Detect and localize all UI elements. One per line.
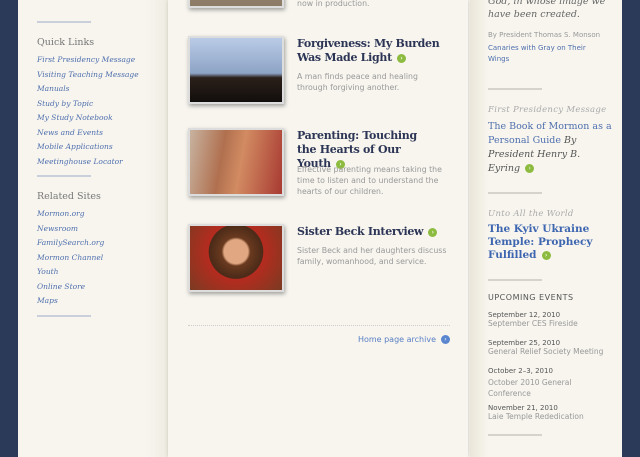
divider (488, 88, 542, 90)
parenting-thumbnail[interactable] (188, 128, 284, 196)
quick-link[interactable]: Mobile Applications (37, 140, 139, 155)
item-title[interactable]: Forgiveness: My Burden Was Made Light › (297, 37, 457, 65)
fp-title-link[interactable]: The Book of Mormon as a Personal Guide (488, 121, 612, 146)
arrow-right-icon[interactable]: › (441, 335, 450, 344)
world-title-link[interactable]: The Kyiv Ukraine Temple: Prophecy Fulfil… (488, 223, 593, 261)
related-link[interactable]: Maps (37, 294, 104, 309)
thumbnail-image[interactable] (188, 0, 284, 8)
forgiveness-thumbnail[interactable] (188, 36, 284, 104)
event-date: October 2–3, 2010 (488, 367, 553, 375)
page: Quick Links First Presidency Message Vis… (18, 0, 622, 457)
event-name[interactable]: October 2010 General Conference (488, 377, 598, 399)
home-page-archive-link[interactable]: Home page archive › (358, 335, 450, 344)
fp-article[interactable]: The Book of Mormon as a Personal Guide B… (488, 120, 613, 176)
category-label: First Presidency Message (488, 105, 607, 115)
related-link[interactable]: Newsroom (37, 222, 104, 237)
event-date: September 25, 2010 (488, 339, 561, 347)
related-link[interactable]: Mormon.org (37, 207, 104, 222)
quote: God, in whose image we have been created… (488, 0, 605, 21)
quick-links-heading: Quick Links (37, 37, 95, 48)
quick-link[interactable]: My Study Notebook (37, 111, 139, 126)
event[interactable]: September 25, 2010 General Relief Society… (488, 339, 603, 356)
item-title-link[interactable]: Forgiveness: My Burden Was Made Light (297, 37, 440, 64)
world-article[interactable]: The Kyiv Ukraine Temple: Prophecy Fulfil… (488, 223, 598, 262)
event-name[interactable]: General Relief Society Meeting (488, 347, 603, 356)
item-title[interactable]: Sister Beck Interview › (297, 225, 457, 239)
item-description: A man finds peace and healing through fo… (297, 72, 418, 92)
left-sidebar: Quick Links First Presidency Message Vis… (18, 0, 168, 457)
divider (37, 175, 91, 177)
event[interactable]: November 21, 2010 Laie Temple Rededicatio… (488, 404, 584, 421)
quote-line: have been created. (488, 9, 580, 20)
divider (488, 279, 542, 281)
event[interactable]: October 2–3, 2010 October 2010 General Co… (488, 366, 598, 399)
event-name[interactable]: September CES Fireside (488, 319, 578, 328)
upcoming-events-heading: UPCOMING EVENTS (488, 293, 574, 302)
event[interactable]: September 12, 2010 September CES Fireside (488, 311, 578, 328)
quick-link[interactable]: Visiting Teaching Message (37, 68, 139, 83)
related-link[interactable]: Mormon Channel (37, 251, 104, 266)
dotted-divider (188, 325, 450, 326)
divider (488, 434, 542, 436)
quick-link[interactable]: Study by Topic (37, 97, 139, 112)
quote-line: God, in whose image we (488, 0, 606, 7)
right-sidebar: God, in whose image we have been created… (470, 0, 622, 457)
archive-label[interactable]: Home page archive (358, 335, 436, 344)
related-link[interactable]: Youth (37, 265, 104, 280)
divider (37, 315, 91, 317)
byline: By President Thomas S. Monson (488, 31, 601, 39)
arrow-right-icon[interactable]: › (396, 53, 406, 63)
item-description: Effective parenting means taking the tim… (297, 165, 442, 196)
item-description: now in production. (297, 0, 370, 8)
arrow-right-icon[interactable]: › (525, 164, 535, 173)
item-description: Sister Beck and her daughters discuss fa… (297, 246, 447, 266)
quick-link[interactable]: First Presidency Message (37, 53, 139, 68)
arrow-right-icon[interactable]: › (541, 250, 551, 260)
quick-links-list: First Presidency Message Visiting Teachi… (37, 53, 139, 169)
category-label: Unto All the World (488, 209, 574, 219)
related-sites-heading: Related Sites (37, 191, 101, 202)
sister-beck-thumbnail[interactable] (188, 224, 284, 292)
item-title-link[interactable]: Sister Beck Interview (297, 225, 424, 238)
arrow-right-icon[interactable]: › (428, 227, 438, 237)
byline-link[interactable]: Canaries with Gray on Their Wings (488, 43, 608, 65)
event-name[interactable]: Laie Temple Rededication (488, 412, 584, 421)
quick-link[interactable]: News and Events (37, 126, 139, 141)
quick-link[interactable]: Meetinghouse Locator (37, 155, 139, 170)
divider (488, 192, 542, 194)
main-content: now in production. Forgiveness: My Burde… (168, 0, 468, 457)
event-date: November 21, 2010 (488, 404, 558, 412)
event-date: September 12, 2010 (488, 311, 561, 319)
related-sites-list: Mormon.org Newsroom FamilySearch.org Mor… (37, 207, 104, 309)
quick-link[interactable]: Manuals (37, 82, 139, 97)
related-link[interactable]: Online Store (37, 280, 104, 295)
related-link[interactable]: FamilySearch.org (37, 236, 104, 251)
divider (37, 21, 91, 23)
